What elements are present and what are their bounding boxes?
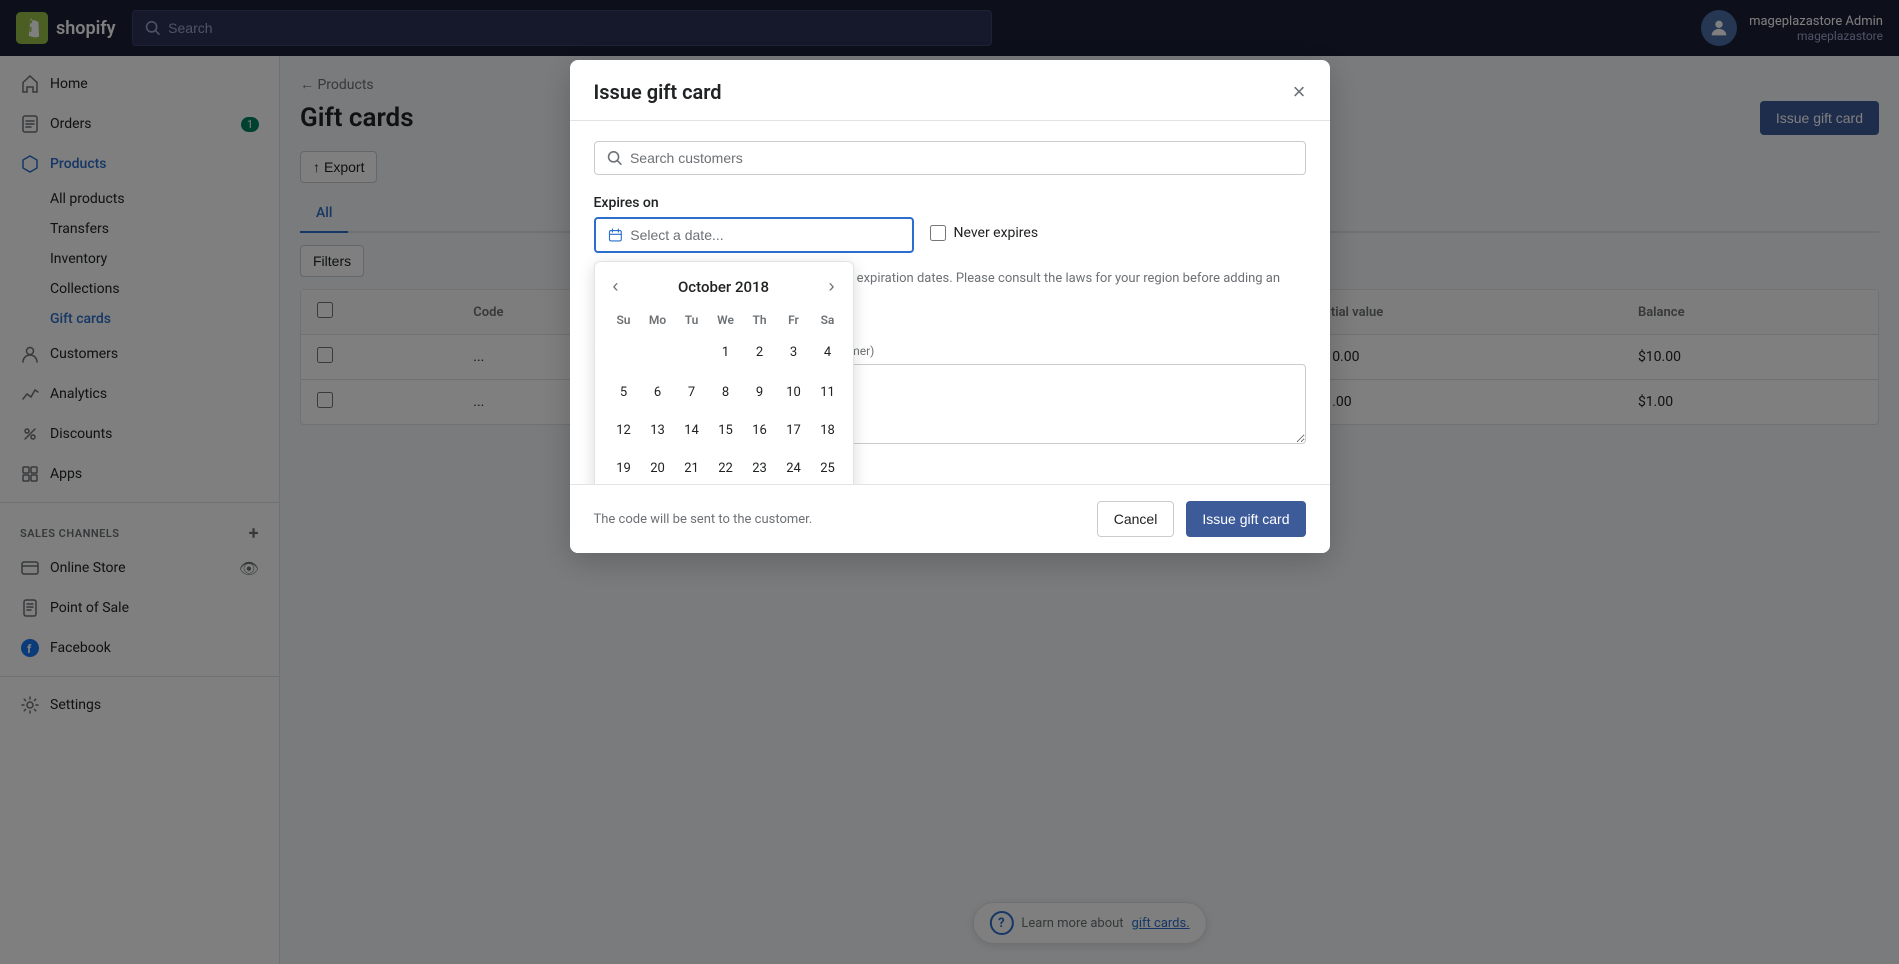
cal-day[interactable]: 24 [779,453,809,483]
cancel-button[interactable]: Cancel [1097,501,1175,537]
never-expires-label: Never expires [954,225,1039,241]
search-customers-icon [607,150,622,166]
cal-day[interactable]: 3 [779,337,809,367]
cal-day[interactable]: 25 [813,453,843,483]
date-input-wrapper: ‹ October 2018 › Su Mo Tu We [594,217,914,253]
cal-day[interactable]: 23 [745,453,775,483]
cal-day[interactable]: 11 [813,377,843,407]
cal-grid: Su Mo Tu We Th Fr Sa [607,309,845,484]
cal-day[interactable]: 6 [643,377,673,407]
cal-prev-button[interactable]: ‹ [607,274,625,299]
cal-day[interactable]: 7 [677,377,707,407]
cal-day-empty [677,335,707,365]
cal-day-empty [609,335,639,365]
cal-day-empty [643,335,673,365]
cal-day[interactable]: 20 [643,453,673,483]
cal-dow-2: Tu [675,309,709,331]
modal-close-button[interactable]: × [1293,81,1306,103]
calendar: ‹ October 2018 › Su Mo Tu We [594,261,854,484]
cal-header: ‹ October 2018 › [607,274,841,299]
cal-day[interactable]: 16 [745,415,775,445]
modal-overlay: Issue gift card × Expires on [0,0,1899,964]
cal-day[interactable]: 19 [609,453,639,483]
cal-day[interactable]: 21 [677,453,707,483]
cal-day[interactable]: 17 [779,415,809,445]
cal-day[interactable]: 1 [711,337,741,367]
cal-next-button[interactable]: › [823,274,841,299]
cal-dow-5: Fr [777,309,811,331]
cal-day[interactable]: 5 [609,377,639,407]
cal-dow-0: Su [607,309,641,331]
never-expires-checkbox[interactable] [930,225,946,241]
cal-day[interactable]: 2 [745,337,775,367]
cal-week-3: 12 13 14 15 16 17 18 [607,411,845,449]
date-input[interactable] [594,217,914,253]
date-input-field[interactable] [630,227,899,243]
issue-gift-card-modal: Issue gift card × Expires on [570,60,1330,553]
cal-day[interactable]: 8 [711,377,741,407]
cal-day[interactable]: 13 [643,415,673,445]
modal-header: Issue gift card × [570,60,1330,121]
footer-actions: Cancel Issue gift card [1097,501,1306,537]
expires-label: Expires on [594,195,1306,211]
search-customers-input[interactable] [630,150,1293,166]
modal-footer: The code will be sent to the customer. C… [570,484,1330,553]
cal-week-4: 19 20 21 22 23 24 25 [607,449,845,484]
cal-day[interactable]: 10 [779,377,809,407]
calendar-icon [608,227,623,243]
expires-row: ‹ October 2018 › Su Mo Tu We [594,217,1306,253]
cal-day[interactable]: 12 [609,415,639,445]
cal-day[interactable]: 22 [711,453,741,483]
cal-day[interactable]: 4 [813,337,843,367]
cal-day[interactable]: 9 [745,377,775,407]
cal-week-2: 5 6 7 8 9 10 11 [607,373,845,411]
cal-day[interactable]: 15 [711,415,741,445]
cal-dow-1: Mo [641,309,675,331]
cal-week-1: 1 2 3 4 [607,331,845,373]
cal-dow-3: We [709,309,743,331]
cal-dow-4: Th [743,309,777,331]
never-expires-row: Never expires [930,225,1039,241]
cal-day[interactable]: 14 [677,415,707,445]
modal-issue-gift-card-button[interactable]: Issue gift card [1186,501,1305,537]
modal-body: Expires on ‹ October 2018 [570,121,1330,484]
cal-month: October 2018 [678,278,769,296]
cal-dow-6: Sa [811,309,845,331]
search-customers-field[interactable] [594,141,1306,175]
footer-note: The code will be sent to the customer. [594,512,813,527]
cal-day[interactable]: 18 [813,415,843,445]
modal-title: Issue gift card [594,80,722,104]
